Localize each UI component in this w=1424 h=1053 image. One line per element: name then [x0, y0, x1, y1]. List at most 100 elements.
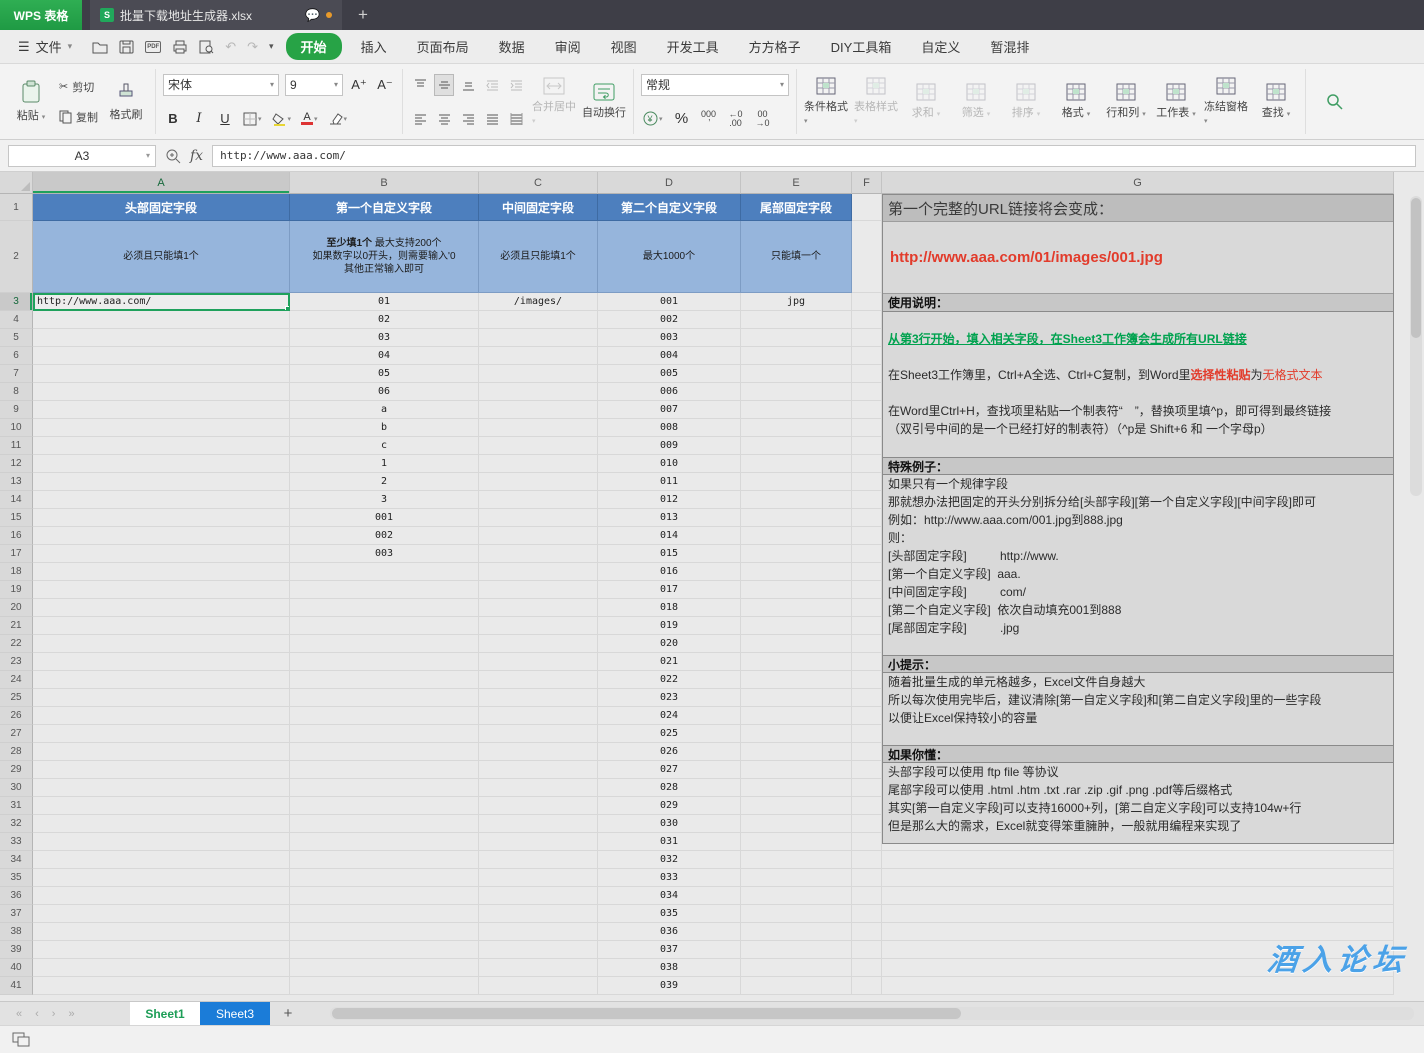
cell[interactable]: a: [290, 401, 479, 419]
row-header-26[interactable]: 26: [0, 707, 33, 725]
cell[interactable]: [852, 455, 882, 473]
cell[interactable]: [33, 419, 290, 437]
ribbon-button-0[interactable]: 条件格式 ▾: [804, 69, 848, 134]
cell[interactable]: [741, 473, 852, 491]
cell[interactable]: 028: [598, 779, 741, 797]
cell[interactable]: [479, 347, 598, 365]
cell[interactable]: [741, 743, 852, 761]
menu-tab-3[interactable]: 审阅: [542, 33, 594, 60]
cell[interactable]: 027: [598, 761, 741, 779]
cell[interactable]: [290, 815, 479, 833]
cell[interactable]: [290, 833, 479, 851]
cell[interactable]: [479, 545, 598, 563]
cell[interactable]: [852, 329, 882, 347]
cell[interactable]: [852, 905, 882, 923]
cell[interactable]: [852, 635, 882, 653]
cell[interactable]: [479, 671, 598, 689]
cell[interactable]: [852, 689, 882, 707]
cell[interactable]: [33, 743, 290, 761]
print-preview-icon[interactable]: [199, 40, 214, 54]
cell[interactable]: [882, 977, 1394, 995]
cell[interactable]: [290, 689, 479, 707]
cell[interactable]: [479, 815, 598, 833]
cell[interactable]: [479, 365, 598, 383]
horizontal-scrollbar[interactable]: [330, 1007, 1414, 1020]
cell[interactable]: [852, 815, 882, 833]
cell[interactable]: 009: [598, 437, 741, 455]
ribbon-button-9[interactable]: 查找 ▾: [1254, 69, 1298, 134]
menu-tab-5[interactable]: 开发工具: [654, 33, 732, 60]
row-header-7[interactable]: 7: [0, 365, 33, 383]
new-document-tab-button[interactable]: +: [342, 0, 384, 30]
cell[interactable]: [479, 977, 598, 995]
menu-tab-1[interactable]: 页面布局: [404, 33, 482, 60]
row-header-36[interactable]: 36: [0, 887, 33, 905]
cell[interactable]: [741, 959, 852, 977]
cell[interactable]: [852, 761, 882, 779]
cell[interactable]: /images/: [479, 293, 598, 311]
cell[interactable]: 017: [598, 581, 741, 599]
row-header-25[interactable]: 25: [0, 689, 33, 707]
cell[interactable]: [852, 653, 882, 671]
print-icon[interactable]: [172, 40, 188, 54]
cell[interactable]: [290, 977, 479, 995]
cell[interactable]: [479, 419, 598, 437]
row-header-21[interactable]: 21: [0, 617, 33, 635]
cell[interactable]: 3: [290, 491, 479, 509]
decrease-indent-icon[interactable]: [482, 74, 502, 96]
cell[interactable]: [741, 383, 852, 401]
cell[interactable]: [741, 707, 852, 725]
cell[interactable]: [479, 455, 598, 473]
cell[interactable]: 035: [598, 905, 741, 923]
cell[interactable]: [882, 851, 1394, 869]
cell[interactable]: [479, 725, 598, 743]
cell[interactable]: [479, 941, 598, 959]
fill-color-button[interactable]: ▾: [270, 108, 294, 130]
cell[interactable]: [479, 383, 598, 401]
save-icon[interactable]: [119, 40, 134, 54]
cell[interactable]: [33, 455, 290, 473]
row-header-10[interactable]: 10: [0, 419, 33, 437]
cell[interactable]: [479, 851, 598, 869]
search-overflow-button[interactable]: [1313, 69, 1357, 134]
cell[interactable]: [290, 599, 479, 617]
cell[interactable]: [741, 563, 852, 581]
next-sheet-icon[interactable]: ›: [52, 1008, 56, 1020]
ribbon-button-6[interactable]: 行和列 ▾: [1104, 69, 1148, 134]
row-header-37[interactable]: 37: [0, 905, 33, 923]
cell[interactable]: 020: [598, 635, 741, 653]
italic-button[interactable]: I: [189, 108, 209, 130]
cell[interactable]: [852, 419, 882, 437]
menu-tab-4[interactable]: 视图: [598, 33, 650, 60]
sheet-tab-Sheet3[interactable]: Sheet3: [200, 1002, 270, 1025]
cell[interactable]: [741, 419, 852, 437]
cell[interactable]: [852, 581, 882, 599]
cell[interactable]: [741, 581, 852, 599]
cell[interactable]: 002: [598, 311, 741, 329]
cell[interactable]: [741, 653, 852, 671]
cell[interactable]: c: [290, 437, 479, 455]
row-header-38[interactable]: 38: [0, 923, 33, 941]
font-name-select[interactable]: 宋体▾: [163, 74, 279, 96]
row-header-24[interactable]: 24: [0, 671, 33, 689]
header-cell[interactable]: 尾部固定字段: [741, 194, 852, 221]
cell[interactable]: [33, 491, 290, 509]
cell[interactable]: [882, 869, 1394, 887]
cell[interactable]: [33, 869, 290, 887]
cell[interactable]: [33, 815, 290, 833]
increase-indent-icon[interactable]: [506, 74, 526, 96]
file-menu-button[interactable]: ☰ 文件 ▾: [0, 37, 80, 56]
add-sheet-button[interactable]: +: [270, 1002, 306, 1025]
menu-tab-home[interactable]: 开始: [286, 33, 342, 60]
cell[interactable]: [290, 635, 479, 653]
cell[interactable]: [290, 653, 479, 671]
column-header-G[interactable]: G: [882, 172, 1394, 194]
cell[interactable]: [741, 347, 852, 365]
row-header-30[interactable]: 30: [0, 779, 33, 797]
select-all-corner[interactable]: [0, 172, 33, 194]
cell[interactable]: [852, 869, 882, 887]
cell[interactable]: [852, 797, 882, 815]
row-header-8[interactable]: 8: [0, 383, 33, 401]
cell[interactable]: [852, 545, 882, 563]
cell[interactable]: [852, 779, 882, 797]
